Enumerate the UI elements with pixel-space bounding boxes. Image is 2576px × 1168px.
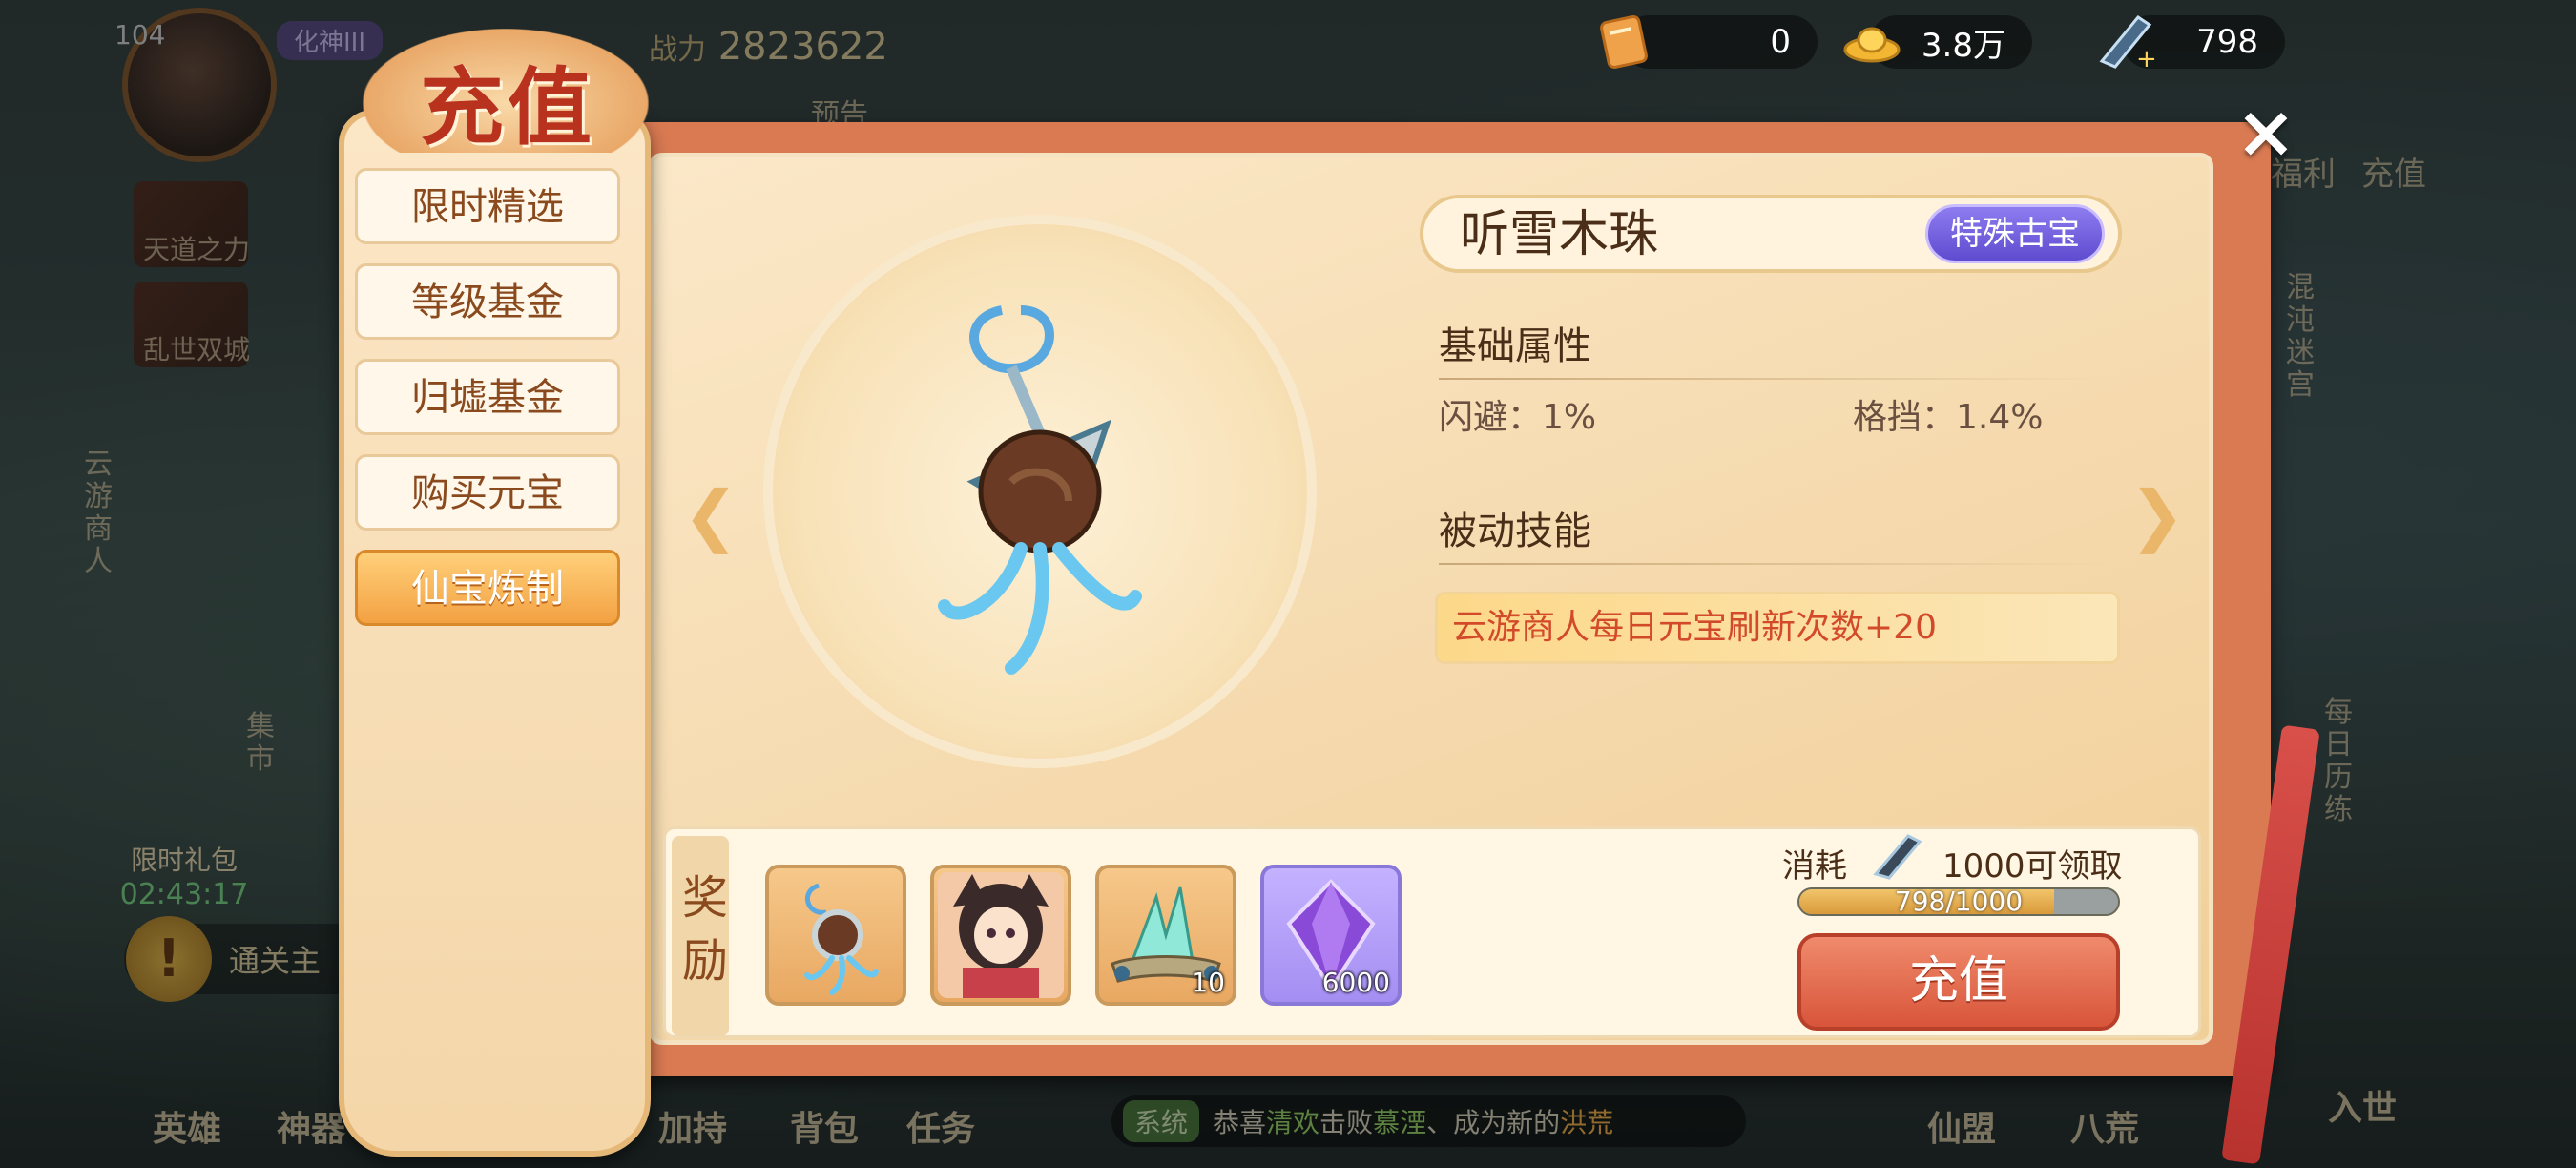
item-name: 听雪木珠 [1460, 206, 1659, 263]
base-attributes-divider [1439, 378, 2107, 380]
reward-slot[interactable]: 10 [1095, 865, 1236, 1006]
reward-slot[interactable] [930, 865, 1071, 1006]
cost-label: 消耗 [1782, 847, 1847, 886]
reward-slot[interactable] [765, 865, 906, 1006]
reward-slot[interactable]: 6000 [1260, 865, 1402, 1006]
gold-ingot-icon [1843, 27, 1901, 63]
menu-buy-yuanbao[interactable]: 购买元宝 [355, 454, 620, 531]
passive-skill-divider [1439, 563, 2107, 565]
attr-block: 格挡：1.4% [1853, 398, 2044, 437]
prev-item-arrow-icon[interactable]: ❮ [668, 482, 754, 549]
currency-jade[interactable]: + 798 [2099, 15, 2285, 73]
next-item-arrow-icon[interactable]: ❯ [2114, 482, 2200, 549]
hero-portrait-icon [938, 872, 1064, 998]
svg-text:+: + [2136, 45, 2155, 73]
cost-amount: 1000可领取 [1942, 847, 2123, 886]
reward-qty: 6000 [1321, 967, 1390, 998]
pendant-artwork-icon [938, 305, 1142, 675]
cost-progress-text: 798/1000 [1894, 887, 2024, 916]
reward-qty: 10 [1191, 967, 1225, 998]
passive-skill-title: 被动技能 [1439, 510, 1591, 553]
jade-shard-icon [1873, 834, 1922, 880]
menu-limited-selection[interactable]: 限时精选 [355, 168, 620, 244]
recharge-button[interactable]: 充值 [1797, 933, 2120, 1031]
base-attributes-title: 基础属性 [1439, 324, 1591, 368]
menu-guixu-fund[interactable]: 归墟基金 [355, 359, 620, 435]
jade-shard-icon: + [2099, 15, 2155, 73]
pendant-icon [804, 883, 879, 995]
scroll-icon [1600, 14, 1648, 70]
rarity-badge: 特殊古宝 [1925, 204, 2105, 263]
menu-treasure-forging[interactable]: 仙宝炼制 [355, 550, 620, 626]
item-showcase [763, 215, 1317, 768]
attr-dodge: 闪避：1% [1439, 398, 1597, 437]
passive-skill-text: 云游商人每日元宝刷新次数+20 [1452, 608, 1937, 647]
dialog-title: 充值 [420, 57, 596, 156]
currency-scroll[interactable]: 0 [1600, 14, 1818, 70]
currency-gold[interactable]: 3.8万 [1843, 15, 2032, 69]
reward-label: 奖励 [672, 836, 729, 1036]
menu-level-fund[interactable]: 等级基金 [355, 263, 620, 340]
dialog-title-plaque: 充值 [363, 29, 649, 156]
close-button[interactable]: × [2233, 95, 2299, 168]
cost-progress-bar: 798/1000 [1797, 887, 2120, 916]
